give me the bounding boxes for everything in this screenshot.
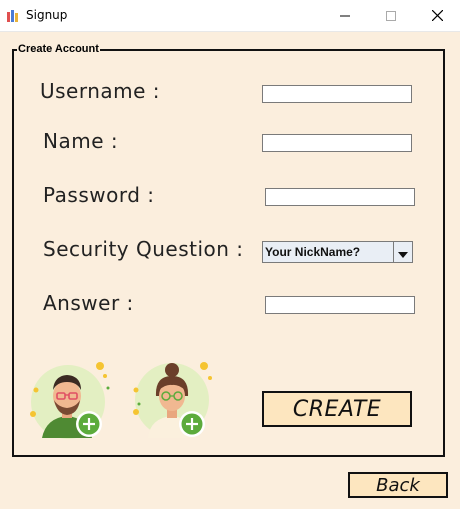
create-button[interactable]: CREATE — [262, 391, 412, 427]
name-label: Name : — [43, 129, 119, 153]
panel-legend: Create Account — [17, 43, 100, 55]
minimize-icon — [340, 11, 350, 21]
close-button[interactable] — [414, 0, 460, 31]
dropdown-button[interactable] — [393, 242, 412, 262]
username-field[interactable] — [262, 85, 412, 103]
close-icon — [431, 10, 443, 21]
app-icon — [6, 8, 20, 22]
maximize-button[interactable] — [368, 0, 414, 31]
female-avatar-add-icon — [133, 362, 212, 438]
security-question-label: Security Question : — [43, 237, 244, 261]
male-avatar-button[interactable] — [28, 360, 112, 444]
security-question-select[interactable]: Your NickName? — [262, 241, 413, 263]
answer-label: Answer : — [43, 291, 134, 315]
window-title: Signup — [26, 8, 68, 22]
male-avatar-add-icon — [30, 362, 110, 439]
back-button[interactable]: Back — [348, 472, 448, 498]
name-field[interactable] — [262, 134, 412, 152]
female-avatar-button[interactable] — [130, 358, 214, 442]
password-field[interactable] — [265, 188, 415, 206]
answer-field[interactable] — [265, 296, 415, 314]
minimize-button[interactable] — [322, 0, 368, 31]
title-bar: Signup — [0, 0, 460, 32]
username-label: Username : — [40, 79, 161, 103]
security-question-value: Your NickName? — [265, 245, 361, 259]
maximize-icon — [386, 10, 396, 21]
password-label: Password : — [43, 183, 155, 207]
chevron-down-icon — [398, 243, 408, 262]
